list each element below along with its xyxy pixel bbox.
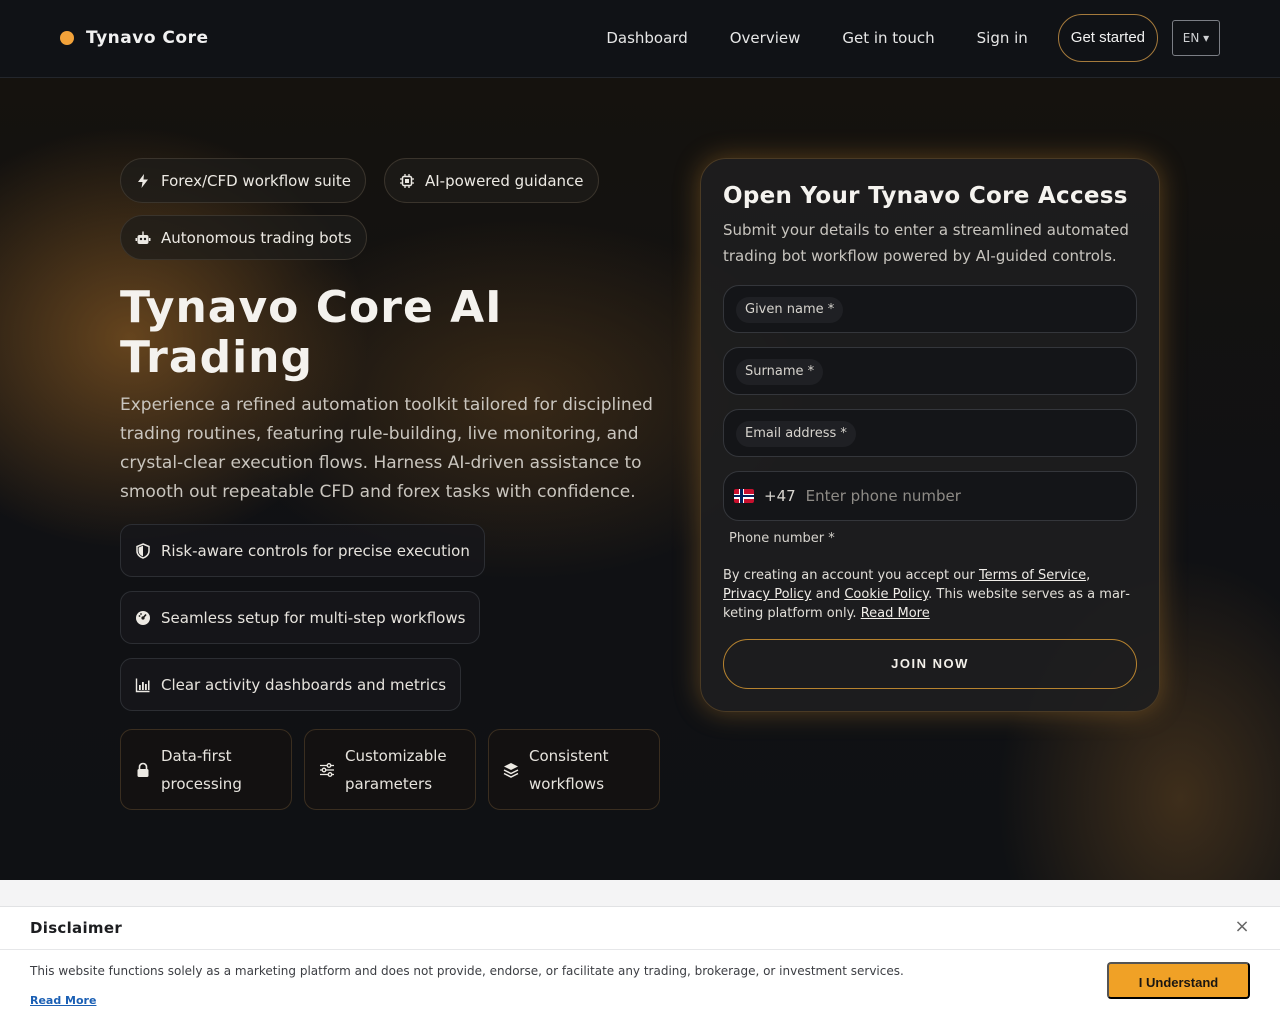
form-subtitle: Submit your details to enter a streamlin…	[723, 221, 1129, 265]
feature-label: Seamless setup for multi-step workflows	[161, 608, 466, 627]
phone-input[interactable]	[805, 487, 1126, 505]
nav-overview[interactable]: Overview	[730, 14, 801, 62]
pill-label: Forex/CFD workflow suite	[161, 171, 351, 190]
feature-label: Risk-aware controls for precise executio…	[161, 541, 470, 560]
language-select[interactable]: EN ▾	[1172, 20, 1220, 56]
nav-get-in-touch[interactable]: Get in touch	[842, 14, 934, 62]
card-label: Consistent workflows	[529, 746, 609, 793]
sliders-icon	[320, 762, 334, 777]
layers-icon	[503, 762, 519, 778]
join-now-button[interactable]: JOIN NOW	[723, 639, 1137, 689]
dial-code: +47	[764, 487, 796, 505]
pill-forex-cfd: Forex/CFD workflow suite	[120, 158, 366, 203]
cookie-policy-link[interactable]: Cookie Policy	[844, 587, 928, 602]
brand-logo-dot	[60, 31, 74, 45]
feature-label: Clear activity dashboards and metrics	[161, 675, 447, 694]
feature-dashboards: Clear activity dashboards and metrics	[120, 658, 462, 711]
phone-label: Phone number *	[729, 531, 835, 546]
surname-label: Surname *	[736, 359, 824, 385]
signup-form: Open Your Tynavo Core Access Submit your…	[700, 158, 1160, 712]
disclaimer-text: This website functions solely as a marke…	[30, 964, 904, 978]
terms-comma: ,	[1086, 568, 1091, 583]
site-header: Tynavo Core Dashboard Overview Get in to…	[0, 0, 1280, 78]
close-icon[interactable]: ×	[1232, 917, 1252, 937]
lightning-icon	[138, 173, 148, 188]
nav-dashboard[interactable]: Dashboard	[606, 14, 687, 62]
email-label: Email address *	[736, 421, 856, 447]
i-understand-button[interactable]: I Understand	[1107, 962, 1250, 999]
terms-of-service-link[interactable]: Terms of Service	[979, 568, 1086, 583]
chip-icon	[400, 173, 414, 188]
get-started-button[interactable]: Get started	[1057, 14, 1158, 62]
disclaimer-read-more-link[interactable]: Read More	[30, 994, 96, 1007]
hero-title: Tynavo Core AI Trading	[120, 282, 503, 383]
read-more-link[interactable]: Read More	[861, 606, 930, 621]
surname-field[interactable]: Surname *	[723, 347, 1137, 395]
given-name-label: Given name *	[736, 297, 844, 323]
robot-icon	[135, 231, 151, 244]
given-name-field[interactable]: Given name *	[723, 285, 1137, 333]
card-data-first: Data-first processing	[120, 729, 292, 810]
terms-and: and	[811, 587, 845, 602]
email-field[interactable]: Email address *	[723, 409, 1137, 457]
card-consistent: Consistent workflows	[488, 729, 660, 810]
bar-chart-icon	[135, 678, 150, 692]
brand-name: Tynavo Core	[86, 28, 209, 48]
brand[interactable]: Tynavo Core	[60, 28, 208, 48]
main-nav: Dashboard Overview Get in touch Sign in …	[606, 14, 1220, 62]
pill-ai-guidance: AI-powered guidance	[384, 158, 599, 203]
privacy-policy-link[interactable]: Privacy Policy	[723, 587, 812, 602]
hero-description: Experience a refined automation toolkit …	[120, 395, 653, 502]
pill-trading-bots: Autonomous trading bots	[120, 215, 367, 260]
terms-text: By creating an account you accept our Te…	[723, 566, 1137, 623]
card-customizable: Customizable parameters	[304, 729, 476, 810]
disclaimer-title: Disclaimer	[30, 919, 123, 937]
disclaimer-header: Disclaimer ×	[0, 907, 1280, 950]
hero-section: Forex/CFD workflow suite AI-powered guid…	[0, 78, 1280, 880]
norway-flag-icon[interactable]	[734, 489, 754, 503]
phone-field: +47	[723, 471, 1137, 521]
nav-sign-in[interactable]: Sign in	[977, 14, 1028, 62]
form-title: Open Your Tynavo Core Access	[723, 183, 1128, 209]
feature-risk-aware: Risk-aware controls for precise executio…	[120, 524, 485, 577]
shield-icon	[136, 542, 150, 559]
section-divider	[0, 880, 1280, 906]
terms-prefix: By creating an account you accept our	[723, 568, 979, 583]
lock-icon	[137, 762, 149, 777]
pill-label: AI-powered guidance	[425, 171, 584, 190]
card-label: Data-first processing	[161, 746, 242, 793]
pill-label: Autonomous trading bots	[161, 228, 352, 247]
card-label: Customizable parameters	[345, 746, 447, 793]
gauge-icon	[136, 610, 150, 625]
disclaimer-banner: Disclaimer × This website functions sole…	[0, 906, 1280, 1024]
feature-seamless-setup: Seamless setup for multi-step workflows	[120, 591, 481, 644]
